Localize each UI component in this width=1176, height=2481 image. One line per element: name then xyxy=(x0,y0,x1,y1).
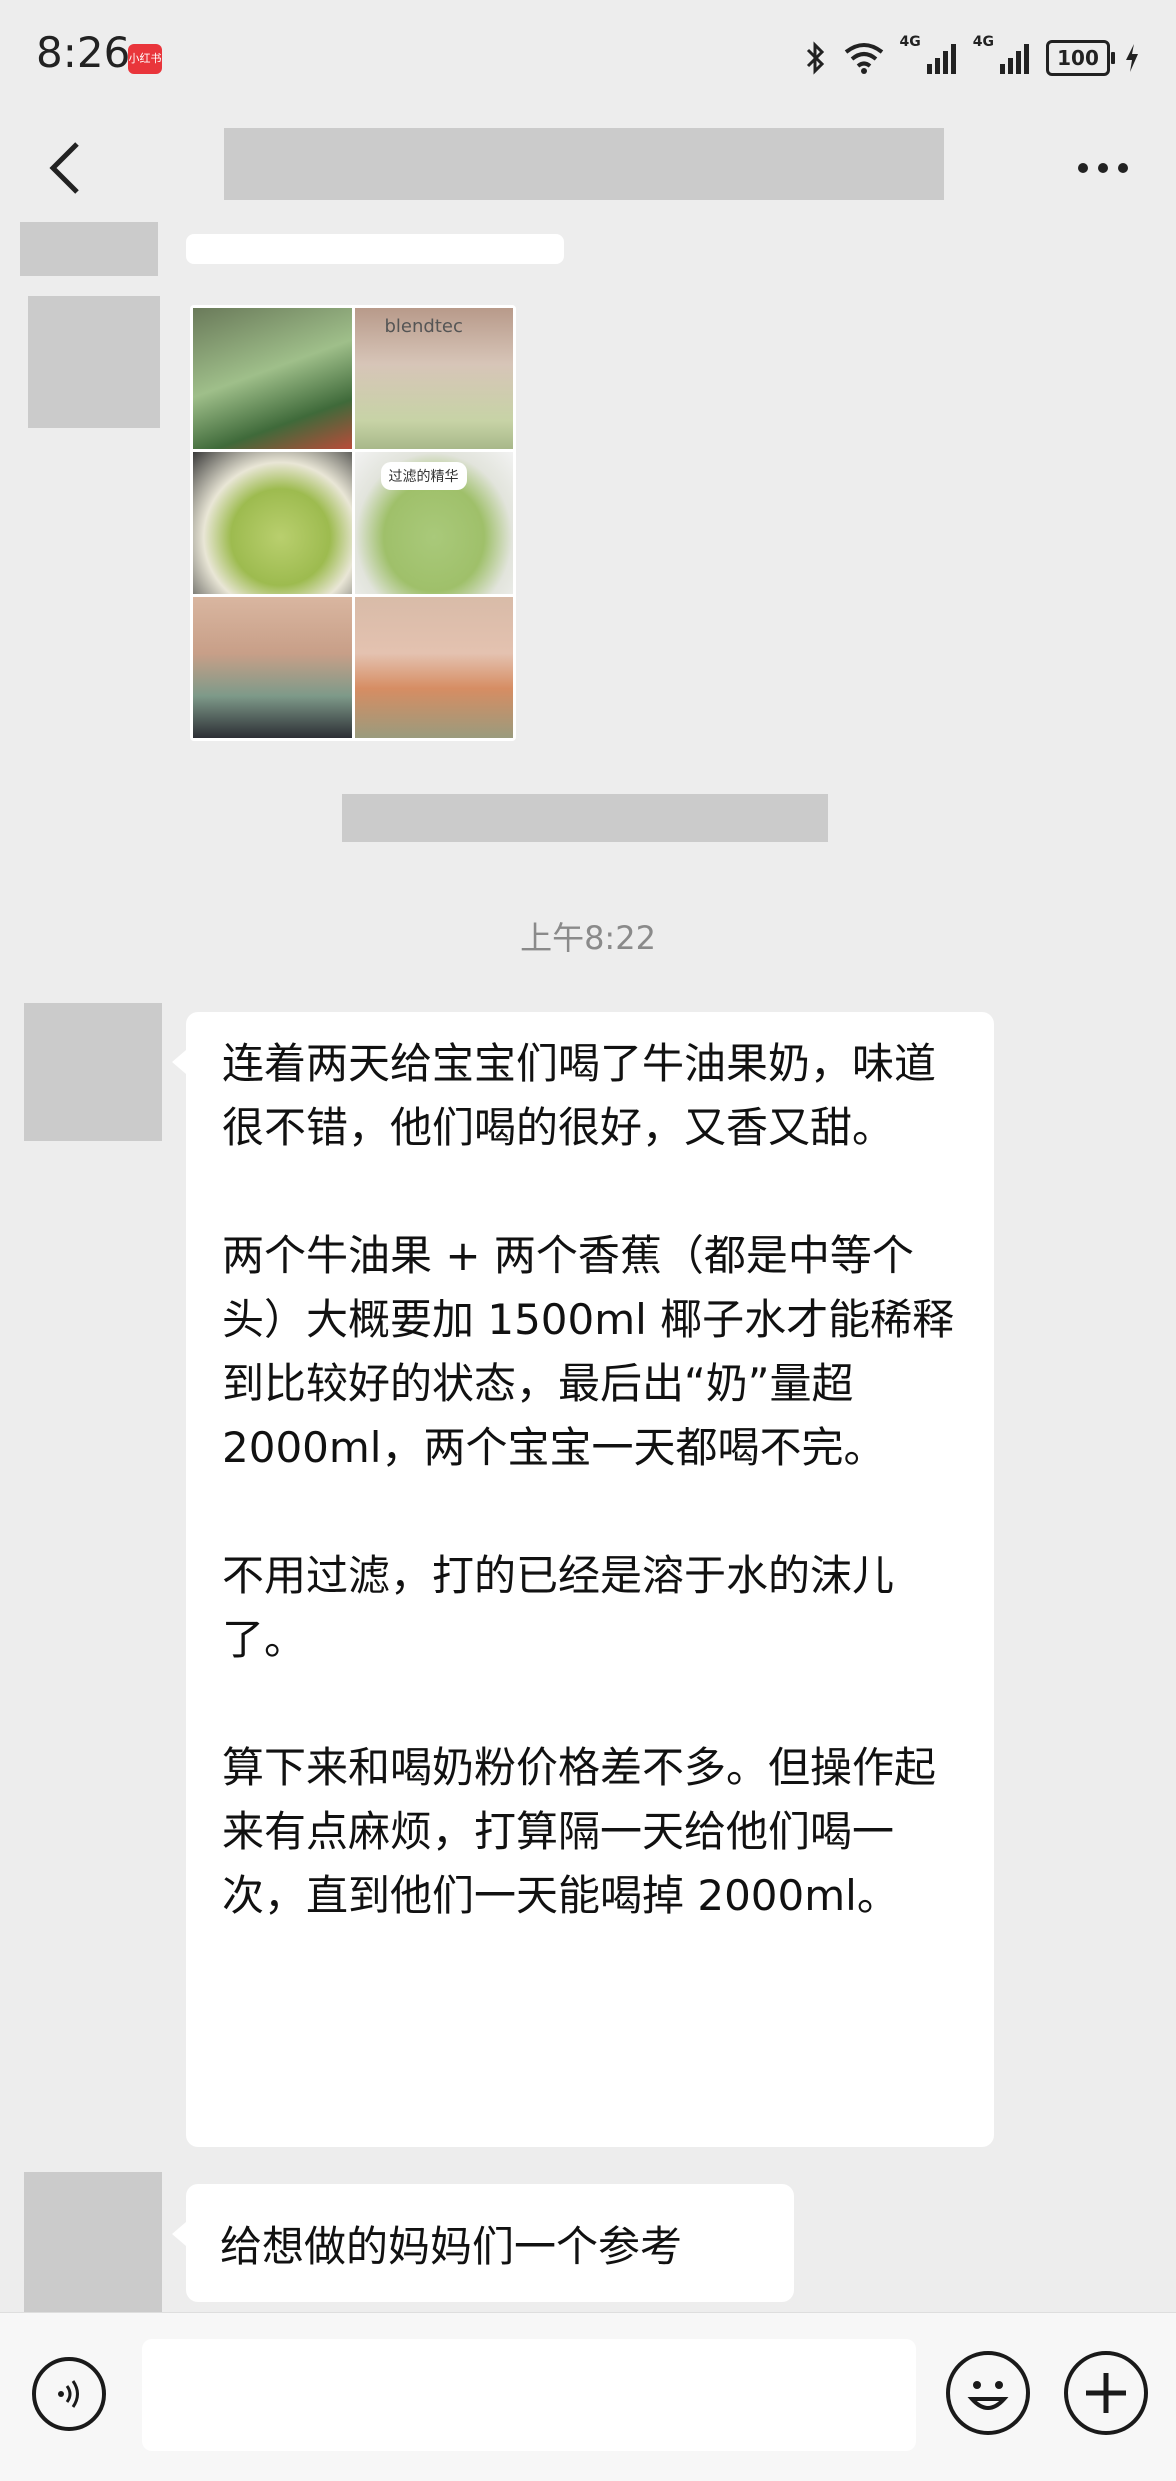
paragraph-spacer xyxy=(222,1480,958,1544)
input-bar xyxy=(0,2312,1176,2481)
image-message[interactable]: blendtec 过滤的精华 xyxy=(190,305,516,741)
photo-caption: 过滤的精华 xyxy=(380,462,467,491)
photo-blender-ingredients xyxy=(193,308,352,450)
back-icon xyxy=(49,142,79,194)
bluetooth-icon xyxy=(806,41,824,75)
more-icon-dot xyxy=(1098,163,1108,173)
avatar[interactable] xyxy=(24,1003,162,1141)
photo-filtered-liquid: 过滤的精华 xyxy=(354,452,513,594)
signal-icon-2 xyxy=(1000,44,1029,74)
message-timestamp: 上午8:22 xyxy=(520,919,656,957)
chat-header xyxy=(0,120,1176,216)
avatar[interactable] xyxy=(24,2172,162,2312)
system-notice-redacted xyxy=(342,794,828,842)
signal-icon xyxy=(926,44,956,74)
message-input[interactable] xyxy=(142,2339,916,2451)
more-button[interactable] xyxy=(1058,128,1148,208)
photo-blender: blendtec xyxy=(354,308,513,450)
plus-icon xyxy=(1086,2373,1126,2413)
network-4g-label-2: 4G xyxy=(972,34,994,50)
chat-title-redacted xyxy=(224,128,944,200)
paragraph-spacer xyxy=(222,1672,958,1736)
voice-button[interactable] xyxy=(32,2357,106,2431)
back-button[interactable] xyxy=(30,128,100,208)
status-icons: 4G 4G 100 xyxy=(804,34,1140,82)
network-4g-label: 4G xyxy=(899,34,921,50)
battery-indicator: 100 xyxy=(1046,40,1115,76)
status-time: 8:26 xyxy=(36,28,131,77)
avatar[interactable] xyxy=(20,222,158,276)
photo-brand-text: blendtec xyxy=(384,316,463,337)
photo-green-puree xyxy=(193,452,352,594)
message-bubble[interactable]: 给想做的妈妈们一个参考 xyxy=(172,2184,794,2302)
message-paragraph: 算下来和喝奶粉价格差不多。但操作起来有点麻烦，打算隔一天给他们喝一次，直到他们一… xyxy=(222,1743,937,1920)
photo-baby-bottle-2 xyxy=(354,596,513,738)
message-paragraph: 两个牛油果 + 两个香蕉（都是中等个头）大概要加 1500ml 椰子水才能稀释到… xyxy=(222,1231,955,1472)
message-bubble[interactable]: 连着两天给宝宝们喝了牛油果奶，味道很不错，他们喝的很好，又香又甜。 两个牛油果 … xyxy=(172,1012,994,2147)
more-actions-button[interactable] xyxy=(1064,2351,1148,2435)
app-notification-icon: 小红书 xyxy=(128,44,162,74)
avatar[interactable] xyxy=(28,296,160,428)
photo-baby-bottle-1 xyxy=(193,596,352,738)
message-paragraph: 连着两天给宝宝们喝了牛油果奶，味道很不错，他们喝的很好，又香又甜。 xyxy=(222,1039,937,1152)
more-icon-dot xyxy=(1118,163,1128,173)
emoji-button[interactable] xyxy=(946,2351,1030,2435)
wifi-icon xyxy=(844,43,883,74)
paragraph-spacer xyxy=(222,1160,958,1224)
more-icon-dot xyxy=(1078,163,1088,173)
message-bubble-partial xyxy=(186,234,564,264)
message-paragraph: 不用过滤，打的已经是溶于水的沫儿了。 xyxy=(222,1551,895,1664)
status-bar: 8:26 小红书 4G 4G 100 xyxy=(0,0,1176,120)
voice-icon xyxy=(58,2380,79,2408)
message-text: 给想做的妈妈们一个参考 xyxy=(220,2221,683,2271)
charging-icon xyxy=(1126,44,1138,72)
emoji-icon xyxy=(967,2381,1009,2410)
